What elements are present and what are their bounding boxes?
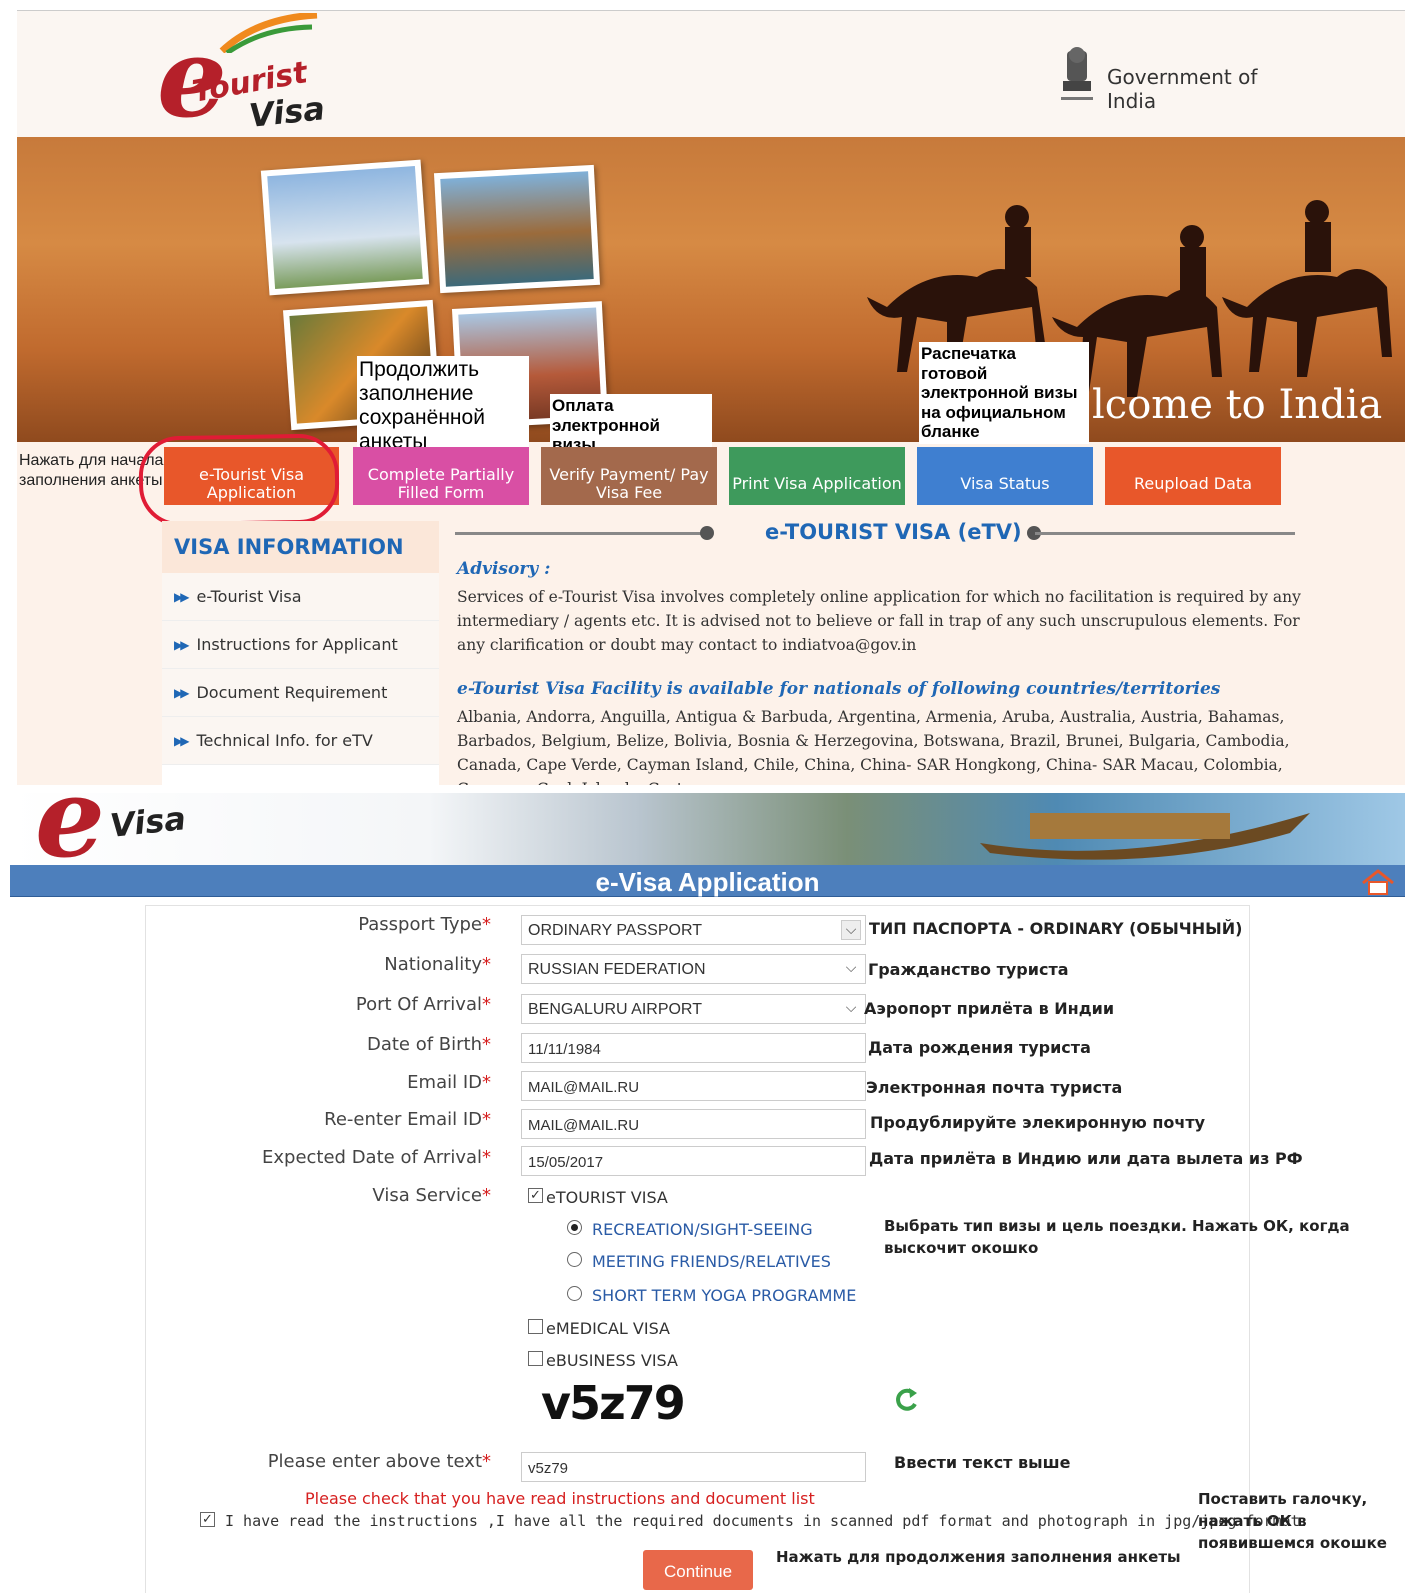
note-continue-saved: Продолжить заполнение сохранённой анкеты bbox=[357, 356, 529, 457]
ebusiness-visa-checkbox[interactable] bbox=[528, 1351, 543, 1366]
port-of-arrival-label: Port Of Arrival* bbox=[355, 994, 491, 1015]
visa-information-title: VISA INFORMATION bbox=[162, 521, 439, 573]
evisa-header-banner: e Visa bbox=[10, 793, 1405, 865]
captcha-input[interactable]: v5z79 bbox=[521, 1452, 866, 1482]
port-of-arrival-select[interactable]: BENGALURU AIRPORT ⌵ bbox=[521, 994, 866, 1024]
government-of-india-label: Government of India bbox=[1107, 65, 1258, 113]
read-instructions-warning: Please check that you have read instruct… bbox=[305, 1489, 815, 1508]
note-tick-and-ok: Поставить галочку, нажать ОК в появившемся… bbox=[1198, 1490, 1387, 1552]
ebusiness-visa-label: eBUSINESS VISA bbox=[546, 1351, 678, 1370]
logo-word-visa: Visa bbox=[247, 89, 327, 135]
double-chevron-right-icon: ▶▶ bbox=[174, 685, 190, 700]
email-label: Email ID* bbox=[407, 1072, 491, 1093]
welcome-to-india-text: lcome to India bbox=[1092, 382, 1383, 428]
purpose-yoga-radio[interactable] bbox=[567, 1286, 582, 1301]
title-divider-left bbox=[455, 532, 705, 535]
ashoka-emblem-icon bbox=[1061, 47, 1093, 100]
advisory-section: Advisory : Services of e-Tourist Visa in… bbox=[457, 559, 1307, 785]
passport-type-label: Passport Type* bbox=[358, 914, 491, 935]
purpose-meeting-friends-radio[interactable] bbox=[567, 1252, 582, 1267]
double-chevron-right-icon: ▶▶ bbox=[174, 733, 190, 748]
date-of-birth-input[interactable]: 11/11/1984 bbox=[521, 1033, 866, 1063]
visa-info-item[interactable]: ▶▶ Instructions for Applicant bbox=[162, 621, 439, 669]
evisa-application-title: e-Visa Application bbox=[595, 867, 820, 897]
agree-instructions-label: I have read the instructions ,I have all… bbox=[225, 1512, 1309, 1530]
reenter-email-input[interactable]: MAIL@MAIL.RU bbox=[521, 1109, 866, 1139]
evisa-logo-e-letter: e bbox=[35, 793, 105, 865]
purpose-recreation-radio[interactable] bbox=[567, 1220, 582, 1235]
agree-instructions-checkbox[interactable]: ✓ bbox=[200, 1512, 215, 1527]
purpose-meeting-friends-label: MEETING FRIENDS/RELATIVES bbox=[592, 1252, 831, 1271]
facility-heading: e-Tourist Visa Facility is available for… bbox=[457, 679, 1221, 699]
chevron-down-icon: ⌵ bbox=[841, 920, 861, 940]
etv-title: e-TOURIST VISA (eTV) bbox=[765, 520, 1022, 544]
taj-mahal-photo bbox=[260, 159, 430, 296]
visa-service-note: Выбрать тип визы и цель поездки. Нажать … bbox=[884, 1217, 1350, 1257]
reupload-data-button[interactable]: Reupload Data bbox=[1105, 447, 1281, 505]
nationality-note: Гражданство туриста bbox=[868, 960, 1069, 979]
note-click-continue: Нажать для продолжения заполнения анкеты bbox=[776, 1548, 1181, 1566]
etourist-visa-checkbox[interactable]: ✓ bbox=[528, 1188, 543, 1203]
site-header: e Tourist Visa Government of India bbox=[17, 11, 1405, 137]
logo-flag-swoosh-icon bbox=[219, 13, 318, 53]
houseboat-photo bbox=[433, 164, 601, 294]
double-chevron-right-icon: ▶▶ bbox=[174, 637, 190, 652]
red-highlight-circle bbox=[138, 433, 340, 527]
chevron-down-icon: ⌵ bbox=[845, 999, 857, 1015]
evisa-logo-word: Visa bbox=[108, 799, 188, 845]
etourist-visa-logo[interactable]: e Tourist Visa bbox=[157, 13, 327, 135]
boat-image bbox=[980, 813, 1310, 860]
captcha-note: Ввести текст выше bbox=[894, 1453, 1071, 1472]
captcha-label: Please enter above text* bbox=[267, 1451, 491, 1472]
passport-type-select[interactable]: ORDINARY PASSPORT ⌵ bbox=[521, 915, 866, 945]
email-input[interactable]: MAIL@MAIL.RU bbox=[521, 1071, 866, 1101]
verify-payment-button[interactable]: Verify Payment/ Pay Visa Fee bbox=[541, 447, 717, 505]
print-visa-application-button[interactable]: Print Visa Application bbox=[729, 447, 905, 505]
email-note: Электронная почта туриста bbox=[866, 1078, 1123, 1097]
visa-information-panel: VISA INFORMATION ▶▶ e-Tourist Visa ▶▶ Inst… bbox=[162, 521, 439, 785]
expected-arrival-note: Дата прилёта в Индию или дата вылета из … bbox=[869, 1149, 1303, 1168]
chevron-down-icon: ⌵ bbox=[845, 959, 857, 975]
etourist-homepage-screenshot: e Tourist Visa Government of India lcome… bbox=[17, 10, 1405, 785]
evisa-application-screenshot: e Visa e-Visa Application Passport Type*… bbox=[10, 793, 1405, 1593]
visa-info-item[interactable]: ▶▶ Technical Info. for eTV bbox=[162, 717, 439, 765]
passport-type-note: ТИП ПАСПОРТА - ORDINARY (ОБЫЧНЫЙ) bbox=[869, 919, 1243, 938]
government-of-india-block: Government of India bbox=[1047, 45, 1307, 115]
emedical-visa-label: eMEDICAL VISA bbox=[546, 1319, 670, 1338]
expected-arrival-label: Expected Date of Arrival* bbox=[262, 1147, 491, 1168]
expected-arrival-input[interactable]: 15/05/2017 bbox=[521, 1146, 866, 1176]
continue-button[interactable]: Continue bbox=[643, 1550, 753, 1590]
visa-status-button[interactable]: Visa Status bbox=[917, 447, 1093, 505]
date-of-birth-label: Date of Birth* bbox=[366, 1034, 491, 1055]
port-of-arrival-note: Аэропорт прилёта в Индии bbox=[864, 999, 1115, 1018]
visa-info-item[interactable]: ▶▶ Document Requirement bbox=[162, 669, 439, 717]
facility-country-list: Albania, Andorra, Anguilla, Antigua & Ba… bbox=[457, 708, 1290, 785]
visa-info-item[interactable]: ▶▶ e-Tourist Visa bbox=[162, 573, 439, 621]
reenter-email-note: Продублируйте элекиронную почту bbox=[870, 1113, 1206, 1132]
etourist-visa-label: eTOURIST VISA bbox=[546, 1188, 668, 1207]
title-divider-dot-left bbox=[700, 526, 714, 540]
advisory-text: Services of e-Tourist Visa involves comp… bbox=[457, 588, 1301, 654]
nationality-select[interactable]: RUSSIAN FEDERATION ⌵ bbox=[521, 954, 866, 984]
complete-partially-filled-form-button[interactable]: Complete Partially Filled Form bbox=[353, 447, 529, 505]
note-print: Распечатка готовой электронной визы на о… bbox=[919, 342, 1089, 444]
visa-service-label: Visa Service* bbox=[372, 1185, 491, 1206]
home-icon[interactable] bbox=[1361, 869, 1395, 895]
title-divider-right bbox=[1035, 532, 1295, 535]
captcha-image: v5z79 bbox=[541, 1376, 686, 1430]
evisa-title-bar: e-Visa Application bbox=[10, 865, 1405, 897]
emedical-visa-checkbox[interactable] bbox=[528, 1319, 543, 1334]
nationality-label: Nationality* bbox=[384, 954, 491, 975]
purpose-yoga-label: SHORT TERM YOGA PROGRAMME bbox=[592, 1286, 857, 1305]
advisory-heading: Advisory : bbox=[457, 559, 551, 579]
double-chevron-right-icon: ▶▶ bbox=[174, 589, 190, 604]
refresh-icon[interactable] bbox=[891, 1384, 921, 1414]
reenter-email-label: Re-enter Email ID* bbox=[324, 1109, 491, 1130]
etv-section-title: e-TOURIST VISA (eTV) bbox=[455, 516, 1295, 550]
date-of-birth-note: Дата рождения туриста bbox=[868, 1038, 1091, 1057]
purpose-recreation-label: RECREATION/SIGHT-SEEING bbox=[592, 1220, 813, 1239]
